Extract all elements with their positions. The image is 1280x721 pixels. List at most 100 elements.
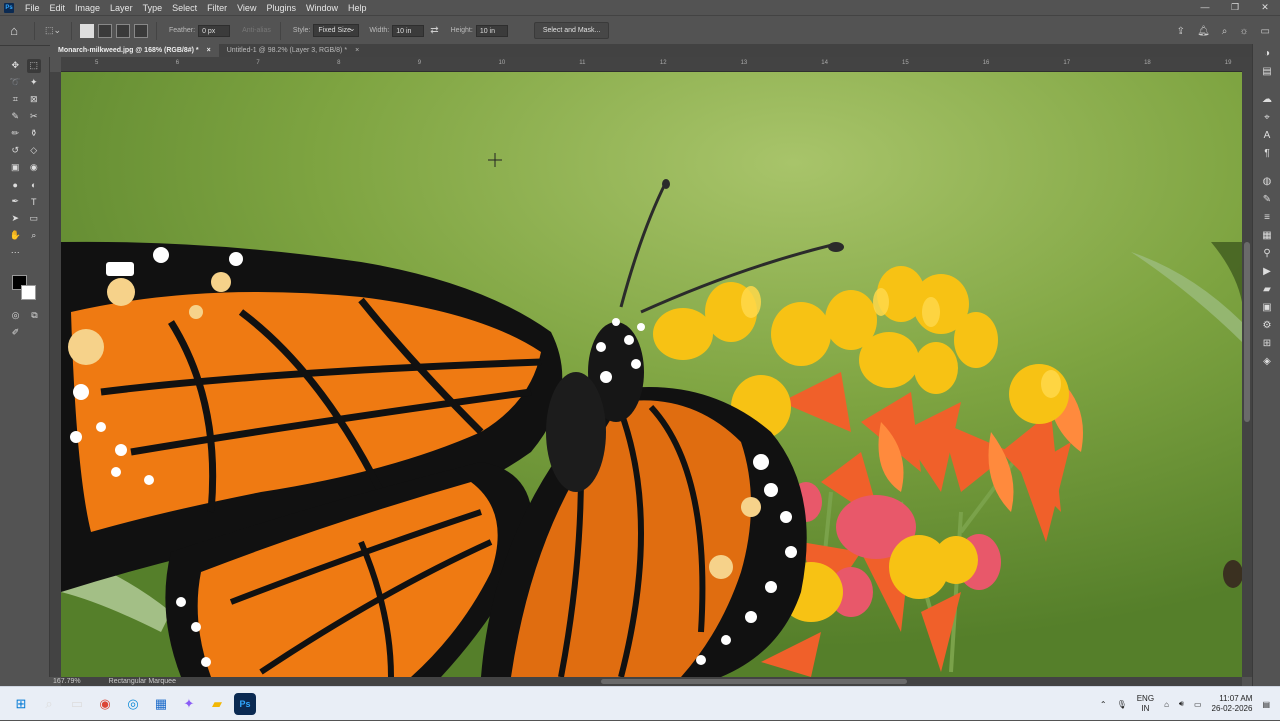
more-tools-icon[interactable]: ⋯ — [8, 246, 22, 260]
menu-help[interactable]: Help — [343, 3, 372, 13]
anti-alias-checkbox[interactable]: Anti-alias — [242, 27, 271, 34]
intersect-selection-icon[interactable] — [134, 23, 148, 38]
scroll-thumb[interactable] — [601, 679, 907, 684]
document-canvas[interactable] — [61, 72, 1242, 677]
notification-icon[interactable]: ▤ — [1262, 700, 1270, 709]
style-select[interactable]: Fixed Size — [313, 23, 360, 37]
feather-input[interactable]: 0 px — [198, 24, 231, 37]
menu-image[interactable]: Image — [70, 3, 105, 13]
brush-settings-icon[interactable]: ✎ — [1253, 190, 1280, 208]
menu-type[interactable]: Type — [138, 3, 168, 13]
swatches-icon[interactable]: ▤ — [1253, 62, 1280, 80]
battery-icon[interactable]: ▭ — [1194, 700, 1202, 709]
new-selection-icon[interactable] — [80, 23, 94, 38]
hand-tool-icon[interactable]: ✋ — [8, 229, 22, 243]
volume-icon[interactable]: 🔊︎ — [1179, 699, 1184, 709]
notifications-icon[interactable]: 🔔︎ — [1197, 26, 1210, 37]
tab-close-icon[interactable]: × — [355, 44, 359, 57]
photoshop-logo[interactable]: Ps — [4, 2, 14, 13]
history-brush-icon[interactable]: ↺ — [8, 144, 22, 158]
pen-tool-icon[interactable]: ✒ — [8, 195, 22, 209]
measure-icon[interactable]: ✂ — [27, 110, 41, 124]
maximize-icon[interactable]: ❐ — [1220, 0, 1250, 15]
libraries-icon[interactable]: ☁ — [1253, 90, 1280, 108]
add-selection-icon[interactable] — [98, 23, 112, 38]
select-and-mask-button[interactable]: Select and Mask... — [533, 22, 610, 39]
dodge-tool-icon[interactable]: ● — [8, 178, 22, 192]
menu-select[interactable]: Select — [167, 3, 202, 13]
eyedropper-icon[interactable]: ✎ — [8, 110, 22, 124]
screen-mode-icon[interactable]: ⧉ — [28, 309, 42, 323]
language-indicator[interactable]: ENG IN — [1137, 694, 1154, 714]
chrome-icon[interactable]: ◉ — [94, 693, 116, 715]
store-icon[interactable]: ▦ — [150, 693, 172, 715]
vertical-scrollbar[interactable] — [1242, 57, 1252, 677]
grid-icon[interactable]: ⊞ — [1253, 334, 1280, 352]
search-icon[interactable]: ⌕ — [1222, 26, 1228, 37]
search-icon[interactable]: ⌕ — [38, 693, 60, 715]
menu-view[interactable]: View — [232, 3, 261, 13]
scroll-thumb[interactable] — [1244, 242, 1250, 422]
edge-icon[interactable]: ◎ — [122, 693, 144, 715]
background-color-swatch[interactable] — [21, 285, 36, 300]
type-tool-icon[interactable]: T — [27, 195, 41, 209]
color-icon[interactable]: ◑ — [1253, 44, 1280, 62]
subtract-selection-icon[interactable] — [116, 23, 130, 38]
actions-icon[interactable]: ▶ — [1253, 262, 1280, 280]
zoom-level[interactable]: 167.79% — [53, 677, 81, 686]
path-selection-icon[interactable]: ➤ — [8, 212, 22, 226]
tool-preset-picker[interactable]: ⬚⌄ — [41, 22, 65, 40]
info-icon[interactable]: ◍ — [1253, 172, 1280, 190]
close-icon[interactable]: ✕ — [1250, 0, 1280, 15]
discover-icon[interactable]: ☼ — [1239, 26, 1248, 37]
home-icon[interactable]: ⌂ — [0, 15, 28, 46]
horizontal-scrollbar[interactable] — [61, 677, 1242, 686]
copilot-icon[interactable]: ✦ — [178, 693, 200, 715]
clone-source-icon[interactable]: ⚲ — [1253, 244, 1280, 262]
adjustments-icon[interactable]: ⚙ — [1253, 316, 1280, 334]
blur-tool-icon[interactable]: ◉ — [27, 161, 41, 175]
minimize-icon[interactable]: — — [1190, 0, 1220, 15]
rectangular-marquee-icon[interactable]: ⬚ — [26, 58, 41, 73]
comments-icon[interactable]: ▰ — [1253, 280, 1280, 298]
photoshop-taskbar-icon[interactable]: Ps — [234, 692, 256, 715]
character-icon[interactable]: A — [1253, 126, 1280, 144]
quick-mask-icon[interactable]: ◎ — [9, 309, 23, 323]
menu-filter[interactable]: Filter — [202, 3, 232, 13]
workspace-icon[interactable]: ▭ — [1261, 26, 1270, 37]
channels-icon[interactable]: ▣ — [1253, 298, 1280, 316]
menu-window[interactable]: Window — [301, 3, 343, 13]
menu-edit[interactable]: Edit — [45, 3, 71, 13]
height-input[interactable]: 10 in — [475, 24, 508, 37]
microphone-icon[interactable]: 🎙︎ — [1117, 700, 1127, 709]
rectangle-tool-icon[interactable]: ▭ — [27, 212, 41, 226]
task-view-icon[interactable]: ▭ — [66, 693, 88, 715]
windows-start-icon[interactable]: ⊞ — [10, 693, 32, 715]
clone-stamp-icon[interactable]: ⚱ — [27, 127, 41, 141]
tab-untitled-1[interactable]: Untitled-1 @ 98.2% (Layer 3, RGB/8) * × — [219, 44, 367, 57]
tab-monarch-milkweed[interactable]: Monarch-milkweed.jpg @ 168% (RGB/8#) * × — [50, 44, 219, 57]
gradient-tool-icon[interactable]: ▣ — [8, 161, 22, 175]
brush-tool-icon[interactable]: ✏ — [8, 127, 22, 141]
network-icon[interactable]: ⌂ — [1164, 700, 1169, 709]
file-explorer-icon[interactable]: ▰ — [206, 693, 228, 715]
eraser-tool-icon[interactable]: ◇ — [27, 144, 41, 158]
lasso-tool-icon[interactable]: ➰ — [8, 76, 22, 90]
properties-icon[interactable]: ≡ — [1253, 208, 1280, 226]
width-input[interactable]: 10 in — [392, 24, 425, 37]
edit-toolbar-icon[interactable]: ✐ — [9, 326, 23, 340]
menu-layer[interactable]: Layer — [105, 3, 138, 13]
move-tool-icon[interactable]: ✥ — [8, 59, 22, 73]
menu-file[interactable]: File — [20, 3, 45, 13]
paths-icon[interactable]: ⌖ — [1253, 108, 1280, 126]
share-icon[interactable]: ⇪ — [1177, 26, 1185, 37]
clock[interactable]: 11:07 AM 26-02-2026 — [1212, 694, 1253, 714]
frame-tool-icon[interactable]: ⊠ — [27, 93, 41, 107]
chevron-up-icon[interactable]: ⌃ — [1100, 700, 1107, 709]
zoom-tool-icon[interactable]: ⌕ — [27, 229, 41, 243]
swap-dimensions-icon[interactable]: ⇄ — [430, 25, 438, 36]
magic-wand-icon[interactable]: ✦ — [27, 76, 41, 90]
tab-close-icon[interactable]: × — [207, 44, 211, 57]
table-icon[interactable]: ▦ — [1253, 226, 1280, 244]
paragraph-icon[interactable]: ¶ — [1253, 144, 1280, 162]
